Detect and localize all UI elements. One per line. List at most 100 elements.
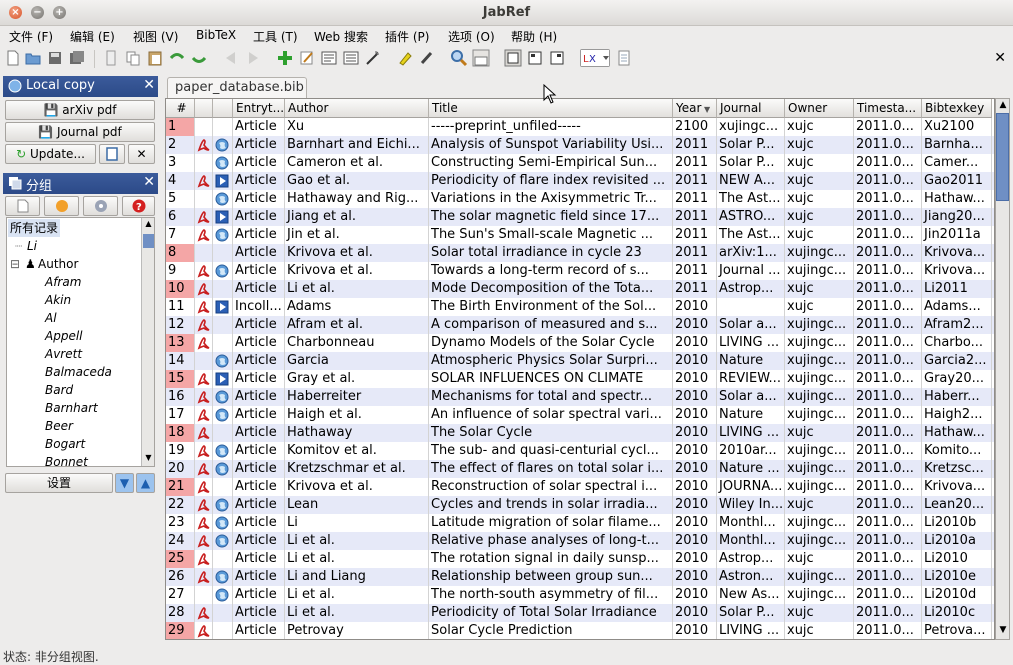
open-folder-icon[interactable] [24,49,42,67]
column-header-author[interactable]: Author [285,99,429,118]
pdf-cell[interactable] [195,586,213,604]
link-cell[interactable] [213,172,233,190]
table-row[interactable]: 8 Article Krivova et al. Solar total irradi… [166,244,994,262]
table-row[interactable]: 9 Article Krivova et al. Towards a long-ter… [166,262,994,280]
link-cell[interactable] [213,622,233,639]
pdf-cell[interactable] [195,280,213,298]
link-cell[interactable] [213,262,233,280]
tree-item-author-entry[interactable]: Akin [45,291,71,309]
pdf-cell[interactable] [195,622,213,639]
table-row[interactable]: 5 Article Hathaway and Rig... Variations in… [166,190,994,208]
move-up-button[interactable]: ▲ [136,473,155,493]
pdf-cell[interactable] [195,190,213,208]
table-row[interactable]: 28 Article Li et al. Periodicity of Total S… [166,604,994,622]
table-row[interactable]: 22 Article Lean Cycles and trends in solar … [166,496,994,514]
unmark-entries-icon[interactable] [548,49,566,67]
edit-entry-icon[interactable] [298,49,316,67]
pdf-cell[interactable] [195,262,213,280]
table-row[interactable]: 1 Article Xu -----preprint_unfiled----- 2100… [166,118,994,136]
table-row[interactable]: 4 Article Gao et al. Periodicity of flare i… [166,172,994,190]
tab-paper-database[interactable]: paper_database.bib [167,77,307,99]
column-header-journal[interactable]: Journal [717,99,785,118]
scroll-up-icon[interactable]: ▲ [997,100,1009,113]
refresh-group-button[interactable] [44,196,79,216]
tree-item-author-entry[interactable]: Beer [45,417,73,435]
pdf-cell[interactable] [195,460,213,478]
arxiv-pdf-button[interactable]: 💾 arXiv pdf [5,100,155,120]
link-cell[interactable] [213,136,233,154]
table-row[interactable]: 23 Article Li Latitude migration of solar f… [166,514,994,532]
group-settings-button[interactable] [83,196,118,216]
table-row[interactable]: 29 Article Petrovay Solar Cycle Prediction 2… [166,622,994,639]
table-row[interactable]: 16 Article Haberreiter Mechanisms for total… [166,388,994,406]
link-cell[interactable] [213,550,233,568]
menu-file[interactable]: 文件 (F) [9,28,53,45]
tree-item-author-entry[interactable]: Balmaceda [45,363,112,381]
close-local-copy-icon[interactable]: ✕ [143,77,155,93]
link-cell[interactable] [213,226,233,244]
table-row[interactable]: 11 Incoll... Adams The Birth Environment of… [166,298,994,316]
tree-item-author[interactable]: Author [38,255,78,273]
pdf-cell[interactable] [195,370,213,388]
link-cell[interactable] [213,496,233,514]
tree-expander[interactable]: ⊟ [10,255,20,273]
toggle-groups-icon[interactable] [504,49,522,67]
table-row[interactable]: 26 Article Li and Liang Relationship betwee… [166,568,994,586]
copy-icon[interactable] [124,49,142,67]
cleanup-wand-icon[interactable] [364,49,382,67]
column-header-key[interactable]: Bibtexkey [922,99,992,118]
new-group-button[interactable] [5,196,40,216]
menu-options[interactable]: 选项 (O) [448,28,495,45]
tree-item-author-entry[interactable]: Bonnet [45,453,88,466]
link-cell[interactable] [213,388,233,406]
table-row[interactable]: 14 Article Garcia Atmospheric Physics Solar… [166,352,994,370]
pdf-cell[interactable] [195,226,213,244]
back-icon[interactable] [222,49,240,67]
pdf-cell[interactable] [195,208,213,226]
pdf-cell[interactable] [195,298,213,316]
table-row[interactable]: 6 Article Jiang et al. The solar magnetic f… [166,208,994,226]
add-entry-icon[interactable] [276,49,294,67]
column-header-ts[interactable]: Timesta... [854,99,922,118]
table-row[interactable]: 27 Article Li et al. The north-south asymme… [166,586,994,604]
pdf-cell[interactable] [195,442,213,460]
pdf-cell[interactable] [195,568,213,586]
tools-button[interactable]: ✕ [128,144,155,164]
update-button[interactable]: ↻ Update... [5,144,96,164]
tree-scroll-thumb[interactable] [143,234,154,248]
link-cell[interactable] [213,424,233,442]
tree-scrollbar[interactable]: ▲ ▼ [141,218,154,466]
tree-item-author-entry[interactable]: Bogart [45,435,85,453]
cut-icon[interactable] [102,49,120,67]
column-header-year[interactable]: Year ▼ [673,99,717,118]
table-row[interactable]: 10 Article Li et al. Mode Decomposition of … [166,280,994,298]
link-cell[interactable] [213,514,233,532]
help-button[interactable]: ? [122,196,155,216]
table-scroll-thumb[interactable] [996,113,1009,201]
link-cell[interactable] [213,244,233,262]
menu-tools[interactable]: 工具 (T) [253,28,298,45]
scroll-down-icon[interactable]: ▼ [143,453,154,465]
table-row[interactable]: 19 Article Komitov et al. The sub- and quas… [166,442,994,460]
pdf-cell[interactable] [195,406,213,424]
mark-entries-icon[interactable] [526,49,544,67]
edit-preamble-icon[interactable] [320,49,338,67]
preview-panel-icon[interactable] [472,49,490,67]
link-cell[interactable] [213,208,233,226]
pdf-cell[interactable] [195,172,213,190]
pdf-cell[interactable] [195,532,213,550]
scroll-up-icon[interactable]: ▲ [143,219,154,231]
tree-item-author-entry[interactable]: Bard [45,381,73,399]
pdf-cell[interactable] [195,118,213,136]
link-cell[interactable] [213,586,233,604]
table-row[interactable]: 3 Article Cameron et al. Constructing Semi-… [166,154,994,172]
pdf-cell[interactable] [195,604,213,622]
menu-edit[interactable]: 编辑 (E) [70,28,115,45]
menu-bibtex[interactable]: BibTeX [196,28,236,42]
link-cell[interactable] [213,568,233,586]
table-row[interactable]: 15 Article Gray et al. SOLAR INFLUENCES ON … [166,370,994,388]
table-row[interactable]: 18 Article Hathaway The Solar Cycle 2010 LIVI… [166,424,994,442]
column-header-pdf[interactable] [195,99,213,118]
scroll-down-icon[interactable]: ▼ [997,625,1009,638]
table-scrollbar[interactable]: ▲ ▼ [995,98,1010,640]
